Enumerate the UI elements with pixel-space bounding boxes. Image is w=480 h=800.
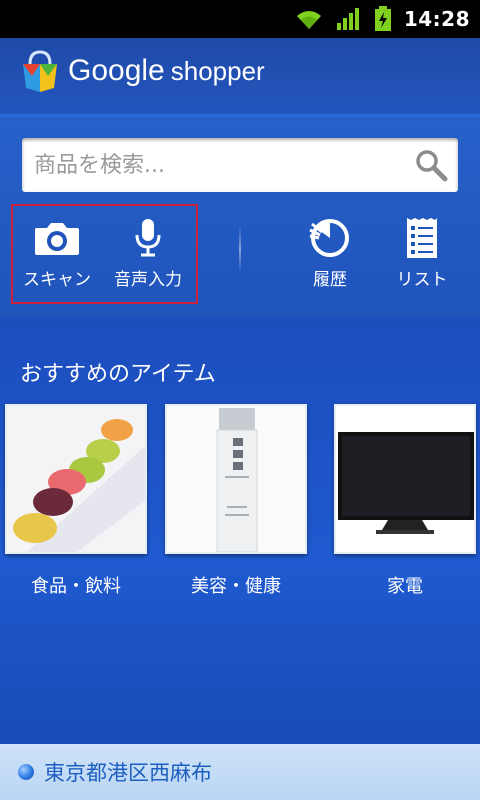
status-icons: 14:28: [294, 0, 470, 38]
toolbar-divider: [239, 226, 241, 272]
location-bar[interactable]: 東京都港区西麻布: [0, 744, 480, 800]
status-bar: 14:28: [0, 0, 480, 38]
camera-icon: [35, 223, 79, 255]
voice-input-button[interactable]: 音声入力: [101, 215, 195, 299]
category-electronics-image: [334, 404, 476, 554]
app-bar: Google shopper: [0, 38, 480, 117]
app-title-secondary: shopper: [170, 56, 265, 86]
shopping-bag-logo-icon: [23, 50, 57, 92]
category-food-image: [5, 404, 147, 554]
category-beauty-health[interactable]: 美容・健康: [165, 404, 307, 598]
list-label: リスト: [396, 270, 448, 290]
location-globe-icon: [18, 764, 34, 780]
voice-input-label: 音声入力: [114, 270, 182, 290]
wifi-icon: [296, 11, 321, 30]
search-icon[interactable]: [414, 148, 448, 182]
status-clock: 14:28: [403, 7, 470, 31]
search-box: [22, 138, 458, 192]
category-food-label: 食品・飲料: [31, 576, 121, 597]
app-title: Google shopper: [68, 54, 265, 88]
macarons-image: [7, 406, 145, 552]
history-button[interactable]: 履歴: [283, 215, 377, 299]
app-title-primary: Google: [68, 54, 165, 87]
scan-label: スキャン: [23, 270, 91, 290]
battery-charging-icon: [374, 6, 391, 31]
list-button[interactable]: リスト: [375, 215, 469, 299]
category-food-drink[interactable]: 食品・飲料: [5, 404, 147, 598]
list-icon: [407, 218, 437, 258]
microphone-icon: [135, 219, 161, 257]
history-label: 履歴: [313, 270, 347, 290]
scan-button[interactable]: スキャン: [10, 215, 104, 299]
cosmetic-bottle-image: [167, 406, 305, 552]
signal-icon: [336, 8, 359, 30]
category-electronics[interactable]: 家電: [334, 404, 476, 598]
history-icon: [309, 219, 349, 257]
television-image: [336, 406, 474, 552]
search-input[interactable]: [32, 144, 406, 186]
recommended-title: おすすめのアイテム: [20, 362, 216, 387]
category-beauty-image: [165, 404, 307, 554]
category-electronics-label: 家電: [387, 576, 423, 597]
category-beauty-label: 美容・健康: [191, 576, 281, 597]
location-text: 東京都港区西麻布: [44, 761, 212, 785]
